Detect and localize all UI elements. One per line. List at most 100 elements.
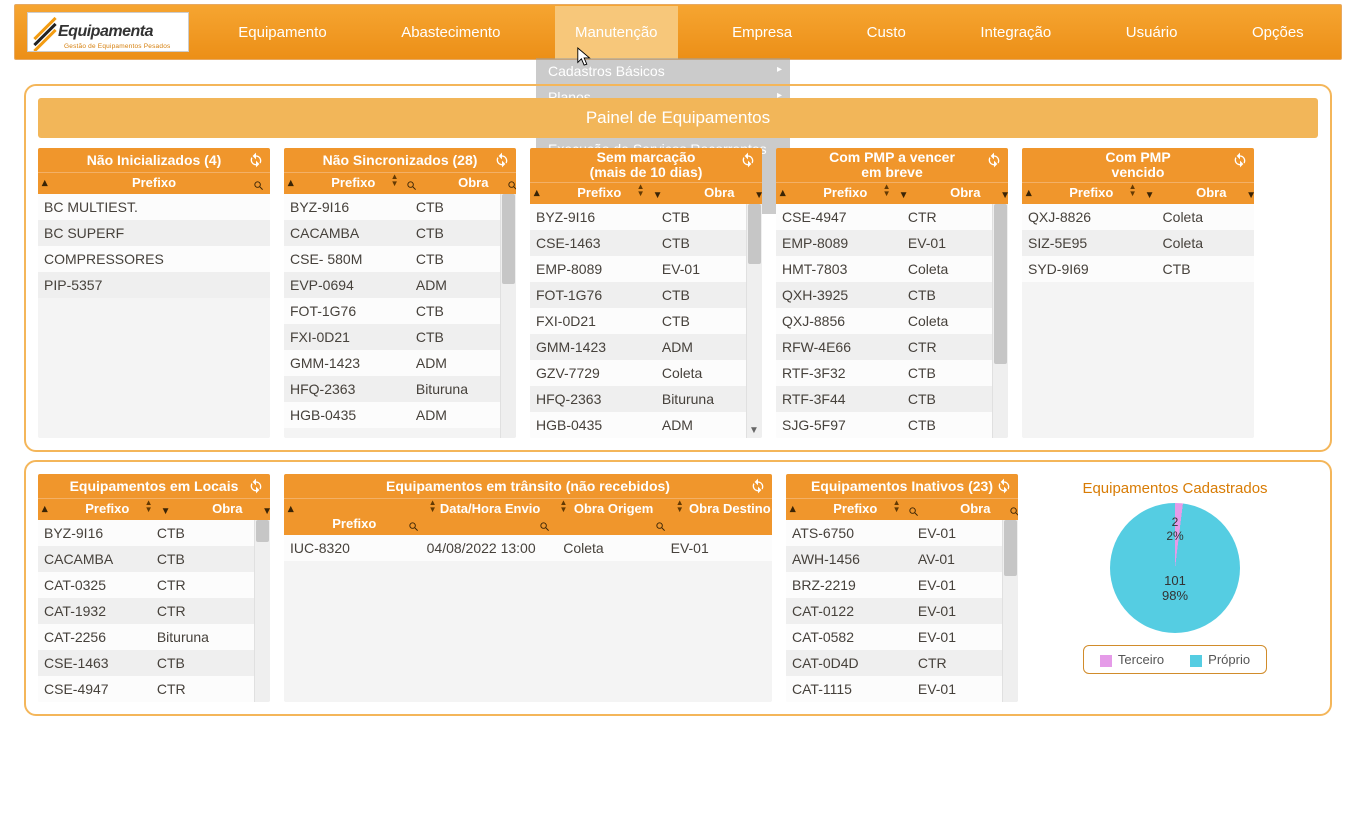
table-row[interactable]: EMP-8089EV-01: [776, 230, 993, 256]
table-row[interactable]: COMPRESSORES: [38, 246, 270, 272]
table-row[interactable]: CAT-0122EV-01: [786, 598, 1003, 624]
col-obra[interactable]: Obra▼: [177, 499, 270, 520]
nav-item-opcoes[interactable]: Opções: [1232, 6, 1324, 59]
table-row[interactable]: FOT-1G76CTB: [284, 298, 501, 324]
filter-icon[interactable]: ▼: [653, 190, 663, 201]
table-row[interactable]: RTF-3F32CTB: [776, 360, 993, 386]
table-row[interactable]: GMM-1423ADM: [284, 350, 501, 376]
filter-icon[interactable]: ▼: [899, 190, 909, 201]
table-row[interactable]: CSE-1463CTB: [530, 230, 747, 256]
brand-logo[interactable]: Equipamenta Gestão de Equipamentos Pesad…: [27, 12, 189, 52]
col-obra-destino[interactable]: ▲▼Obra Destino: [672, 499, 772, 535]
sort-icon[interactable]: ▲▼: [676, 499, 684, 513]
scrollbar[interactable]: ▼: [746, 204, 762, 438]
table-row[interactable]: FOT-1G76CTB: [530, 282, 747, 308]
col-obra[interactable]: Obra: [925, 499, 1018, 520]
table-row[interactable]: EMP-8089EV-01: [530, 256, 747, 282]
sort-icon[interactable]: ▲▼: [883, 183, 891, 197]
col-prefixo[interactable]: Prefixo: [38, 173, 270, 194]
refresh-icon[interactable]: [996, 478, 1012, 494]
table-row[interactable]: AWH-1456AV-01: [786, 546, 1003, 572]
table-row[interactable]: HGB-0435ADM: [284, 402, 501, 428]
table-row[interactable]: CAT-0582EV-01: [786, 624, 1003, 650]
table-row[interactable]: HFQ-2363Bituruna: [530, 386, 747, 412]
sort-icon[interactable]: ▲▼: [429, 499, 437, 513]
col-prefixo[interactable]: Prefixo▲▼: [786, 499, 925, 520]
table-row[interactable]: CSE- 580MCTB: [284, 246, 501, 272]
dropdown-item[interactable]: Cadastros Básicos▸: [536, 58, 790, 84]
filter-icon[interactable]: ▼: [161, 506, 171, 517]
nav-item-empresa[interactable]: Empresa: [712, 6, 812, 59]
table-row[interactable]: CSE-4947CTR: [776, 204, 993, 230]
sort-icon[interactable]: ▲▼: [893, 499, 901, 513]
table-row[interactable]: BYZ-9I16CTB: [284, 194, 501, 220]
scroll-thumb[interactable]: [748, 204, 761, 264]
sort-icon[interactable]: ▲▼: [637, 183, 645, 197]
search-icon[interactable]: [253, 179, 264, 190]
col-prefixo[interactable]: Prefixo▼▲▼: [38, 499, 177, 520]
col-prefixo[interactable]: Prefixo▼▲▼: [1022, 183, 1161, 204]
table-row[interactable]: FXI-0D21CTB: [284, 324, 501, 350]
col-datahora[interactable]: ▲▼Data/Hora Envio: [425, 499, 556, 535]
table-row[interactable]: CAT-0D4DCTR: [786, 650, 1003, 676]
scrollbar[interactable]: [1002, 520, 1018, 702]
table-row[interactable]: HFQ-2363Bituruna: [284, 376, 501, 402]
table-row[interactable]: CSE-4947CTR: [38, 676, 255, 702]
col-obra[interactable]: Obra: [423, 173, 516, 194]
sort-icon[interactable]: ▲▼: [560, 499, 568, 513]
table-row[interactable]: ATS-6750EV-01: [786, 520, 1003, 546]
filter-icon[interactable]: ▼: [1246, 190, 1254, 201]
col-prefixo[interactable]: Prefixo▲▼: [284, 173, 423, 194]
nav-item-usuario[interactable]: Usuário: [1106, 6, 1198, 59]
table-row[interactable]: CACAMBACTB: [284, 220, 501, 246]
sort-icon[interactable]: ▲▼: [1129, 183, 1137, 197]
scroll-thumb[interactable]: [256, 520, 269, 542]
scroll-down-icon[interactable]: ▼: [749, 425, 759, 436]
scrollbar[interactable]: [254, 520, 270, 702]
table-row[interactable]: CAT-1932CTR: [38, 598, 255, 624]
col-obra[interactable]: Obra▼: [1161, 183, 1254, 204]
table-row[interactable]: SJG-5F97CTB: [776, 412, 993, 438]
table-row[interactable]: SYD-9I69CTB: [1022, 256, 1254, 282]
nav-item-equipamento[interactable]: Equipamento: [218, 6, 346, 59]
table-row[interactable]: CAT-2256Bituruna: [38, 624, 255, 650]
nav-item-integracao[interactable]: Integração: [960, 6, 1071, 59]
filter-icon[interactable]: ▼: [262, 506, 270, 517]
search-icon[interactable]: [908, 505, 919, 516]
table-row[interactable]: FXI-0D21CTB: [530, 308, 747, 334]
refresh-icon[interactable]: [750, 478, 766, 494]
col-obra[interactable]: Obra▼: [915, 183, 1008, 204]
table-row[interactable]: BRZ-2219EV-01: [786, 572, 1003, 598]
table-row[interactable]: HMT-7803Coleta: [776, 256, 993, 282]
table-row[interactable]: QXJ-8826Coleta: [1022, 204, 1254, 230]
search-icon[interactable]: [408, 520, 419, 531]
refresh-icon[interactable]: [248, 152, 264, 168]
search-icon[interactable]: [539, 520, 550, 531]
table-row[interactable]: CACAMBACTB: [38, 546, 255, 572]
col-prefixo[interactable]: Prefixo: [284, 499, 425, 535]
search-icon[interactable]: [771, 520, 772, 531]
nav-item-abastecimento[interactable]: Abastecimento: [381, 6, 520, 59]
table-row[interactable]: BC MULTIEST.: [38, 194, 270, 220]
table-row[interactable]: BYZ-9I16CTB: [38, 520, 255, 546]
refresh-icon[interactable]: [986, 152, 1002, 168]
search-icon[interactable]: [507, 179, 516, 190]
table-row[interactable]: CAT-0325CTR: [38, 572, 255, 598]
table-row[interactable]: EVP-0694ADM: [284, 272, 501, 298]
table-row[interactable]: SIZ-5E95Coleta: [1022, 230, 1254, 256]
col-obra[interactable]: Obra▼: [669, 183, 762, 204]
sort-icon[interactable]: ▲▼: [391, 173, 399, 187]
scroll-thumb[interactable]: [994, 204, 1007, 364]
filter-icon[interactable]: ▼: [1000, 190, 1008, 201]
nav-item-manutencao[interactable]: Manutenção: [555, 6, 678, 59]
search-icon[interactable]: [655, 520, 666, 531]
col-obra-origem[interactable]: ▲▼Obra Origem: [556, 499, 672, 535]
table-row[interactable]: GMM-1423ADM: [530, 334, 747, 360]
refresh-icon[interactable]: [1232, 152, 1248, 168]
nav-item-custo[interactable]: Custo: [847, 6, 926, 59]
filter-icon[interactable]: ▼: [1145, 190, 1155, 201]
table-row[interactable]: QXH-3925CTB: [776, 282, 993, 308]
scroll-thumb[interactable]: [502, 194, 515, 284]
table-row[interactable]: RFW-4E66CTR: [776, 334, 993, 360]
table-row[interactable]: RTF-3F44CTB: [776, 386, 993, 412]
